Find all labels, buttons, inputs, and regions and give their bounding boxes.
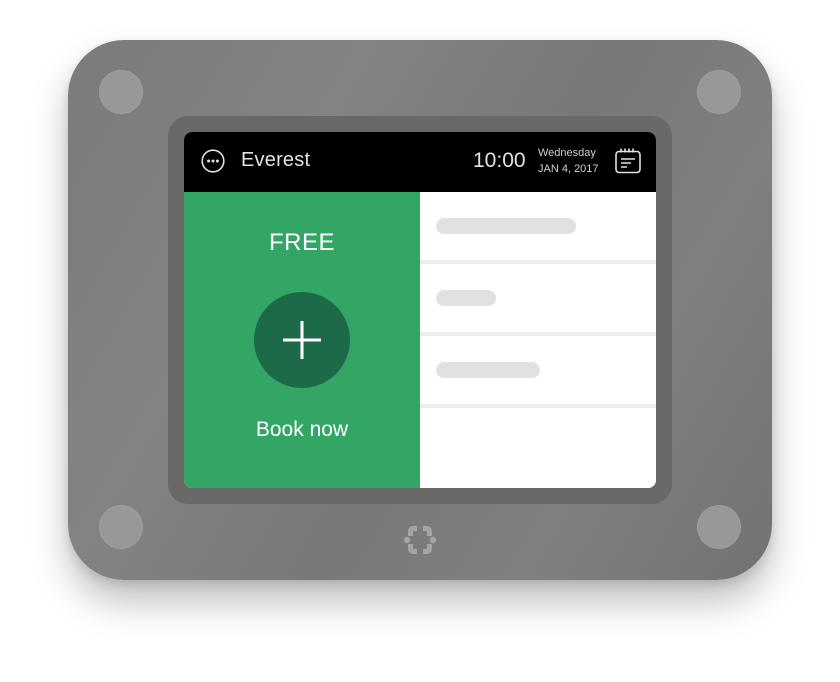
current-day: Wednesday — [538, 147, 596, 159]
screw-bottom-left — [99, 505, 143, 549]
loading-placeholder — [436, 218, 576, 234]
loading-placeholder — [436, 362, 540, 378]
current-date: JAN 4, 2017 — [538, 163, 599, 175]
upcoming-events-list — [420, 192, 656, 488]
availability-panel: FREE Book now — [184, 192, 420, 488]
loading-placeholder — [436, 290, 496, 306]
event-list-item[interactable] — [420, 264, 656, 336]
more-horizontal-circle-icon — [201, 149, 225, 173]
screw-top-left — [99, 70, 143, 114]
calendar-icon — [615, 148, 641, 174]
menu-button[interactable] — [201, 149, 225, 173]
screw-top-right — [697, 70, 741, 114]
event-list-item[interactable] — [420, 192, 656, 264]
current-time: 10:00 — [473, 149, 526, 172]
availability-status: FREE — [268, 229, 335, 256]
display-screen: Everest 10:00 Wednesday JAN 4, 2017 FREE — [184, 132, 656, 488]
book-now-label[interactable]: Book now — [184, 418, 420, 442]
plus-icon — [283, 321, 321, 359]
room-name: Everest — [241, 149, 311, 171]
book-now-button[interactable] — [254, 292, 350, 388]
screw-bottom-right — [697, 505, 741, 549]
top-bar: Everest 10:00 Wednesday JAN 4, 2017 — [184, 132, 656, 192]
calendar-button[interactable] — [614, 147, 642, 175]
event-list-item[interactable] — [420, 336, 656, 408]
brand-logo-icon — [402, 522, 438, 558]
